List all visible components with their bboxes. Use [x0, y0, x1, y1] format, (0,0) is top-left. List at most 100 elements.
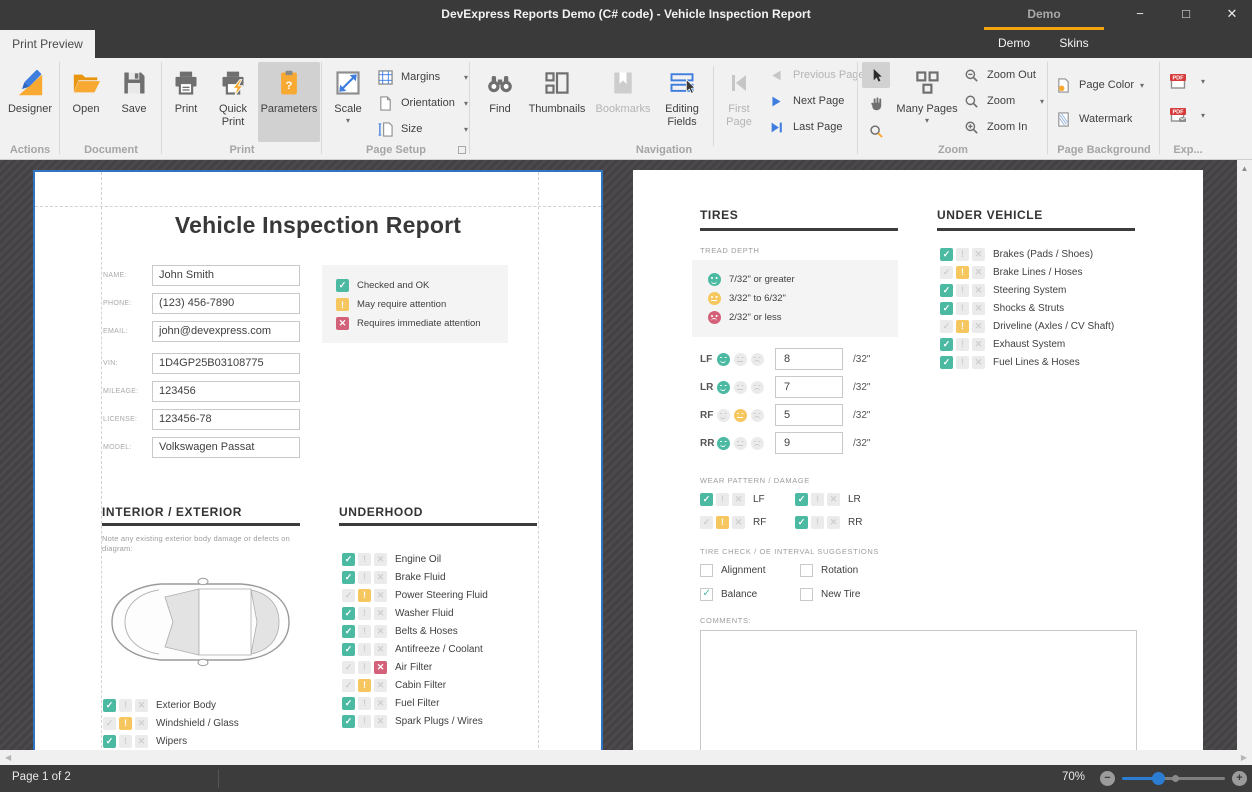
save-button[interactable]: Save — [112, 62, 156, 142]
minimize-button[interactable]: − — [1120, 0, 1160, 28]
tread-rating[interactable] — [717, 437, 764, 450]
status-indicator[interactable]: ✓!✕ — [342, 715, 387, 728]
scale-button[interactable]: Scale ▾ — [326, 62, 370, 142]
send-pdf-button[interactable]: PDF ▾ — [1168, 104, 1210, 126]
dropdown-caret: ▾ — [346, 116, 350, 125]
status-indicator[interactable]: ✓!✕ — [342, 643, 387, 656]
field-value-box[interactable]: Volkswagen Passat — [152, 437, 300, 458]
tread-rating[interactable] — [717, 409, 764, 422]
previous-page-button[interactable]: Previous Page — [770, 64, 870, 86]
tread-value-box[interactable]: 9 — [775, 432, 843, 454]
menu-tab-demo[interactable]: Demo — [984, 30, 1044, 58]
zoom-decrease-button[interactable]: − — [1100, 771, 1115, 786]
vertical-scrollbar[interactable]: ▲ — [1237, 160, 1252, 750]
status-indicator[interactable]: ✓!✕ — [795, 516, 840, 529]
status-indicator[interactable]: ✓!✕ — [940, 320, 985, 333]
many-pages-button[interactable]: Many Pages ▾ — [896, 62, 958, 142]
watermark-button[interactable]: Watermark — [1056, 108, 1156, 130]
zoom-increase-button[interactable]: + — [1232, 771, 1247, 786]
status-indicator[interactable]: ✓!✕ — [103, 699, 148, 712]
status-indicator[interactable]: ✓!✕ — [103, 717, 148, 730]
suggestion-checkbox[interactable] — [700, 564, 713, 577]
suggestion-checkbox[interactable] — [700, 588, 713, 601]
status-indicator[interactable]: ✓!✕ — [342, 607, 387, 620]
status-indicator[interactable]: ✓!✕ — [940, 284, 985, 297]
close-button[interactable]: ✕ — [1212, 0, 1252, 28]
zoom-area-tool-button[interactable] — [862, 118, 890, 144]
status-indicator[interactable]: ✓!✕ — [940, 248, 985, 261]
editing-fields-button[interactable]: Editing Fields — [656, 62, 708, 142]
tread-face-icon — [708, 273, 721, 286]
bookmarks-button[interactable]: Bookmarks — [592, 62, 654, 142]
face-neutral-icon — [734, 381, 747, 394]
tire-corner-label: LR — [700, 382, 717, 393]
status-indicator[interactable]: ✓!✕ — [940, 356, 985, 369]
scroll-right-icon[interactable]: ▶ — [1241, 750, 1247, 765]
thumbnails-button[interactable]: Thumbnails — [524, 62, 590, 142]
horizontal-scrollbar[interactable]: ◀ ▶ — [0, 750, 1252, 765]
status-indicator[interactable]: ✓!✕ — [342, 553, 387, 566]
status-indicator[interactable]: ✓!✕ — [700, 493, 745, 506]
parameters-button[interactable]: ? Parameters — [258, 62, 320, 142]
size-button[interactable]: Size ▾ — [378, 118, 468, 140]
status-indicator[interactable]: ✓!✕ — [103, 735, 148, 748]
tread-value-box[interactable]: 5 — [775, 404, 843, 426]
menu-tab-skins[interactable]: Skins — [1044, 30, 1104, 58]
field-value-box[interactable]: john@devexpress.com — [152, 321, 300, 342]
report-title: Vehicle Inspection Report — [35, 212, 601, 239]
hand-tool-button[interactable] — [862, 90, 890, 116]
check-bad-icon: ✕ — [972, 356, 985, 369]
designer-button[interactable]: Designer — [2, 62, 58, 142]
status-indicator[interactable]: ✓!✕ — [342, 661, 387, 674]
status-indicator[interactable]: ✓!✕ — [342, 571, 387, 584]
orientation-button[interactable]: Orientation ▾ — [378, 92, 468, 114]
page-color-button[interactable]: Page Color ▾ — [1056, 74, 1156, 96]
open-button[interactable]: Open — [64, 62, 108, 142]
next-page-button[interactable]: Next Page — [770, 90, 870, 112]
status-indicator[interactable]: ✓!✕ — [795, 493, 840, 506]
find-button[interactable]: Find — [478, 62, 522, 142]
print-button[interactable]: Print — [164, 62, 208, 142]
status-indicator[interactable]: ✓!✕ — [940, 338, 985, 351]
first-page-button[interactable]: First Page — [718, 62, 760, 142]
scroll-left-icon[interactable]: ◀ — [5, 750, 11, 765]
tab-print-preview[interactable]: Print Preview — [0, 30, 95, 58]
status-indicator[interactable]: ✓!✕ — [342, 625, 387, 638]
zoom-slider-thumb[interactable] — [1152, 772, 1165, 785]
quick-print-button[interactable]: Quick Print — [210, 62, 256, 142]
preview-surface[interactable]: Vehicle Inspection Report NAME: John Smi… — [0, 160, 1237, 750]
tread-rating[interactable] — [717, 381, 764, 394]
next-page-label: Next Page — [793, 95, 844, 107]
field-label: LICENSE: — [103, 416, 137, 423]
last-page-button[interactable]: Last Page — [770, 116, 870, 138]
tire-corner-label: RF — [700, 410, 717, 421]
status-indicator[interactable]: ✓!✕ — [940, 266, 985, 279]
title-bar: DevExpress Reports Demo (C# code) - Vehi… — [0, 0, 1252, 30]
suggestion-checkbox[interactable] — [800, 588, 813, 601]
suggestion-checkbox[interactable] — [800, 564, 813, 577]
comments-box[interactable] — [700, 630, 1137, 750]
zoom-slider-track[interactable] — [1158, 777, 1225, 780]
field-value-box[interactable]: (123) 456-7890 — [152, 293, 300, 314]
export-pdf-button[interactable]: PDF ▾ — [1168, 70, 1210, 92]
field-value-box[interactable]: John Smith — [152, 265, 300, 286]
status-indicator[interactable]: ✓!✕ — [342, 679, 387, 692]
tread-value-box[interactable]: 8 — [775, 348, 843, 370]
status-indicator[interactable]: ✓!✕ — [700, 516, 745, 529]
status-indicator[interactable]: ✓!✕ — [342, 697, 387, 710]
status-indicator[interactable]: ✓!✕ — [342, 589, 387, 602]
tread-value-box[interactable]: 7 — [775, 376, 843, 398]
field-value-box[interactable]: 1D4GP25B03108775 — [152, 353, 300, 374]
margins-button[interactable]: Margins ▾ — [378, 66, 468, 88]
field-value-box[interactable]: 123456-78 — [152, 409, 300, 430]
zoom-button[interactable]: Zoom ▾ — [964, 90, 1044, 112]
zoom-out-button[interactable]: Zoom Out — [964, 64, 1044, 86]
zoom-in-button[interactable]: Zoom In — [964, 116, 1044, 138]
pointer-tool-button[interactable] — [862, 62, 890, 88]
tread-rating[interactable] — [717, 353, 764, 366]
field-value-box[interactable]: 123456 — [152, 381, 300, 402]
maximize-button[interactable]: □ — [1166, 0, 1206, 28]
page-setup-dialog-launcher-icon[interactable] — [458, 146, 466, 154]
scroll-up-icon[interactable]: ▲ — [1237, 160, 1252, 173]
status-indicator[interactable]: ✓!✕ — [940, 302, 985, 315]
